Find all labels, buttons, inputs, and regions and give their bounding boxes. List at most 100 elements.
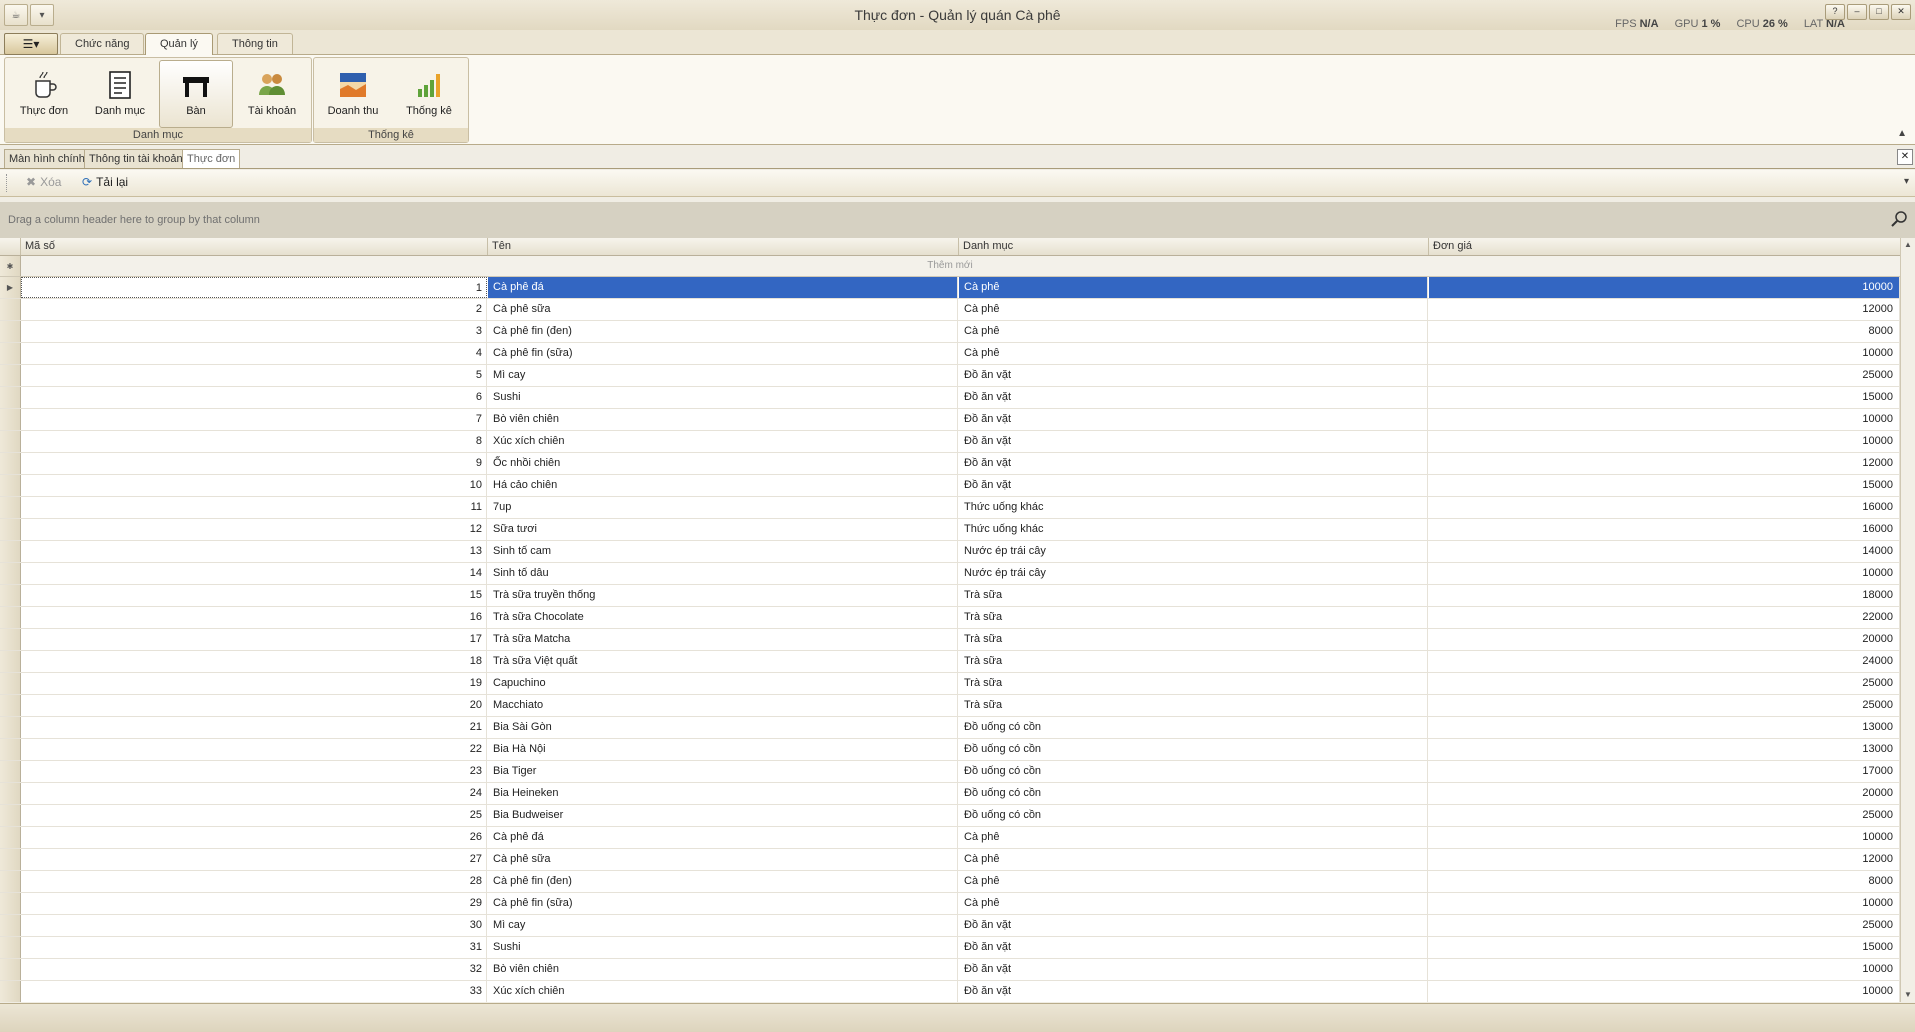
row-indicator[interactable] — [0, 805, 21, 826]
table-row[interactable]: 23 Bia Tiger Đồ uống có cồn 17000 — [0, 761, 1915, 783]
cell-ma-so[interactable]: 22 — [21, 739, 487, 760]
cell-don-gia[interactable]: 24000 — [1429, 651, 1900, 672]
cell-ten[interactable]: Sinh tố dâu — [488, 563, 958, 584]
row-indicator[interactable] — [0, 519, 21, 540]
delete-button[interactable]: ✖ Xóa — [26, 175, 61, 189]
cell-don-gia[interactable]: 12000 — [1429, 299, 1900, 320]
doc-tab-thong-tin-tai-khoan[interactable]: Thông tin tài khoản — [84, 149, 188, 168]
cell-don-gia[interactable]: 10000 — [1429, 343, 1900, 364]
table-row[interactable]: 19 Capuchino Trà sữa 25000 — [0, 673, 1915, 695]
tab-thong-tin[interactable]: Thông tin — [217, 33, 293, 54]
table-row[interactable]: 13 Sinh tố cam Nước ép trái cây 14000 — [0, 541, 1915, 563]
cell-don-gia[interactable]: 12000 — [1429, 453, 1900, 474]
table-row[interactable]: ▶ 1 Cà phê đá Cà phê 10000 — [0, 277, 1915, 299]
cell-danh-muc[interactable]: Cà phê — [959, 871, 1428, 892]
search-icon[interactable] — [1891, 210, 1909, 228]
cell-ma-so[interactable]: 30 — [21, 915, 487, 936]
table-row[interactable]: 5 Mì cay Đồ ăn vặt 25000 — [0, 365, 1915, 387]
cell-danh-muc[interactable]: Trà sữa — [959, 607, 1428, 628]
cell-don-gia[interactable]: 25000 — [1429, 915, 1900, 936]
row-indicator[interactable] — [0, 673, 21, 694]
cell-ten[interactable]: Trà sữa Việt quất — [488, 651, 958, 672]
cell-ma-so[interactable]: 32 — [21, 959, 487, 980]
table-row[interactable]: 6 Sushi Đồ ăn vặt 15000 — [0, 387, 1915, 409]
cell-don-gia[interactable]: 15000 — [1429, 937, 1900, 958]
cell-don-gia[interactable]: 20000 — [1429, 629, 1900, 650]
scroll-down-icon[interactable]: ▼ — [1901, 988, 1915, 1002]
cell-don-gia[interactable]: 10000 — [1429, 959, 1900, 980]
row-indicator[interactable] — [0, 959, 21, 980]
table-row[interactable]: 3 Cà phê fin (đen) Cà phê 8000 — [0, 321, 1915, 343]
table-row[interactable]: 2 Cà phê sữa Cà phê 12000 — [0, 299, 1915, 321]
row-indicator[interactable] — [0, 321, 21, 342]
help-icon[interactable]: ? — [1825, 4, 1845, 20]
row-indicator[interactable] — [0, 387, 21, 408]
cell-don-gia[interactable]: 20000 — [1429, 783, 1900, 804]
cell-danh-muc[interactable]: Cà phê — [959, 321, 1428, 342]
cell-don-gia[interactable]: 25000 — [1429, 673, 1900, 694]
cell-danh-muc[interactable]: Cà phê — [959, 827, 1428, 848]
cell-ma-so[interactable]: 26 — [21, 827, 487, 848]
cell-ten[interactable]: 7up — [488, 497, 958, 518]
cell-ma-so[interactable]: 12 — [21, 519, 487, 540]
cell-don-gia[interactable]: 10000 — [1429, 409, 1900, 430]
table-row[interactable]: 33 Xúc xích chiên Đồ ăn vặt 10000 — [0, 981, 1915, 1002]
table-row[interactable]: 22 Bia Hà Nội Đồ uống có cồn 13000 — [0, 739, 1915, 761]
cell-ten[interactable]: Sữa tươi — [488, 519, 958, 540]
cell-ten[interactable]: Trà sữa Chocolate — [488, 607, 958, 628]
cell-ma-so[interactable]: 7 — [21, 409, 487, 430]
doanh-thu-button[interactable]: Doanh thu — [316, 60, 390, 128]
cell-danh-muc[interactable]: Nước ép trái cây — [959, 541, 1428, 562]
column-header-ten[interactable]: Tên — [488, 238, 959, 255]
row-indicator[interactable] — [0, 563, 21, 584]
cell-ma-so[interactable]: 27 — [21, 849, 487, 870]
current-row-arrow-icon[interactable]: ▶ — [0, 277, 21, 298]
row-indicator[interactable] — [0, 541, 21, 562]
table-row[interactable]: 25 Bia Budweiser Đồ uống có cồn 25000 — [0, 805, 1915, 827]
cell-danh-muc[interactable]: Đồ ăn vặt — [959, 365, 1428, 386]
row-indicator[interactable] — [0, 365, 21, 386]
minimize-button[interactable]: – — [1847, 4, 1867, 20]
cell-danh-muc[interactable]: Đồ ăn vặt — [959, 387, 1428, 408]
cell-danh-muc[interactable]: Trà sữa — [959, 695, 1428, 716]
table-row[interactable]: 7 Bò viên chiên Đồ ăn vặt 10000 — [0, 409, 1915, 431]
cell-ten[interactable]: Há cảo chiên — [488, 475, 958, 496]
table-row[interactable]: 17 Trà sữa Matcha Trà sữa 20000 — [0, 629, 1915, 651]
row-indicator[interactable] — [0, 607, 21, 628]
row-indicator[interactable] — [0, 783, 21, 804]
cell-danh-muc[interactable]: Đồ ăn vặt — [959, 431, 1428, 452]
cell-ma-so[interactable]: 8 — [21, 431, 487, 452]
cell-danh-muc[interactable]: Cà phê — [959, 299, 1428, 320]
cell-ten[interactable]: Ốc nhồi chiên — [488, 453, 958, 474]
close-button[interactable]: ✕ — [1891, 4, 1911, 20]
cell-ten[interactable]: Cà phê đá — [488, 827, 958, 848]
row-indicator[interactable] — [0, 453, 21, 474]
row-indicator[interactable] — [0, 409, 21, 430]
cell-ten[interactable]: Macchiato — [488, 695, 958, 716]
cell-don-gia[interactable]: 8000 — [1429, 871, 1900, 892]
cell-ma-so[interactable]: 14 — [21, 563, 487, 584]
row-indicator[interactable] — [0, 497, 21, 518]
row-indicator[interactable] — [0, 651, 21, 672]
cell-danh-muc[interactable]: Cà phê — [959, 277, 1428, 298]
cell-don-gia[interactable]: 10000 — [1429, 563, 1900, 584]
cell-danh-muc[interactable]: Trà sữa — [959, 629, 1428, 650]
row-indicator[interactable] — [0, 871, 21, 892]
cell-danh-muc[interactable]: Cà phê — [959, 343, 1428, 364]
table-row[interactable]: 14 Sinh tố dâu Nước ép trái cây 10000 — [0, 563, 1915, 585]
cell-don-gia[interactable]: 8000 — [1429, 321, 1900, 342]
cell-ten[interactable]: Trà sữa truyền thống — [488, 585, 958, 606]
cell-ma-so[interactable]: 9 — [21, 453, 487, 474]
table-row[interactable]: 31 Sushi Đồ ăn vặt 15000 — [0, 937, 1915, 959]
cell-danh-muc[interactable]: Đồ ăn vặt — [959, 915, 1428, 936]
row-indicator[interactable] — [0, 981, 21, 1002]
cell-danh-muc[interactable]: Đồ ăn vặt — [959, 475, 1428, 496]
cell-danh-muc[interactable]: Đồ uống có cồn — [959, 805, 1428, 826]
cell-don-gia[interactable]: 22000 — [1429, 607, 1900, 628]
cell-don-gia[interactable]: 16000 — [1429, 497, 1900, 518]
thuc-don-button[interactable]: Thực đơn — [7, 60, 81, 128]
table-row[interactable]: 21 Bia Sài Gòn Đồ uống có cồn 13000 — [0, 717, 1915, 739]
table-row[interactable]: 4 Cà phê fin (sữa) Cà phê 10000 — [0, 343, 1915, 365]
cell-ma-so[interactable]: 2 — [21, 299, 487, 320]
cell-ten[interactable]: Mì cay — [488, 915, 958, 936]
